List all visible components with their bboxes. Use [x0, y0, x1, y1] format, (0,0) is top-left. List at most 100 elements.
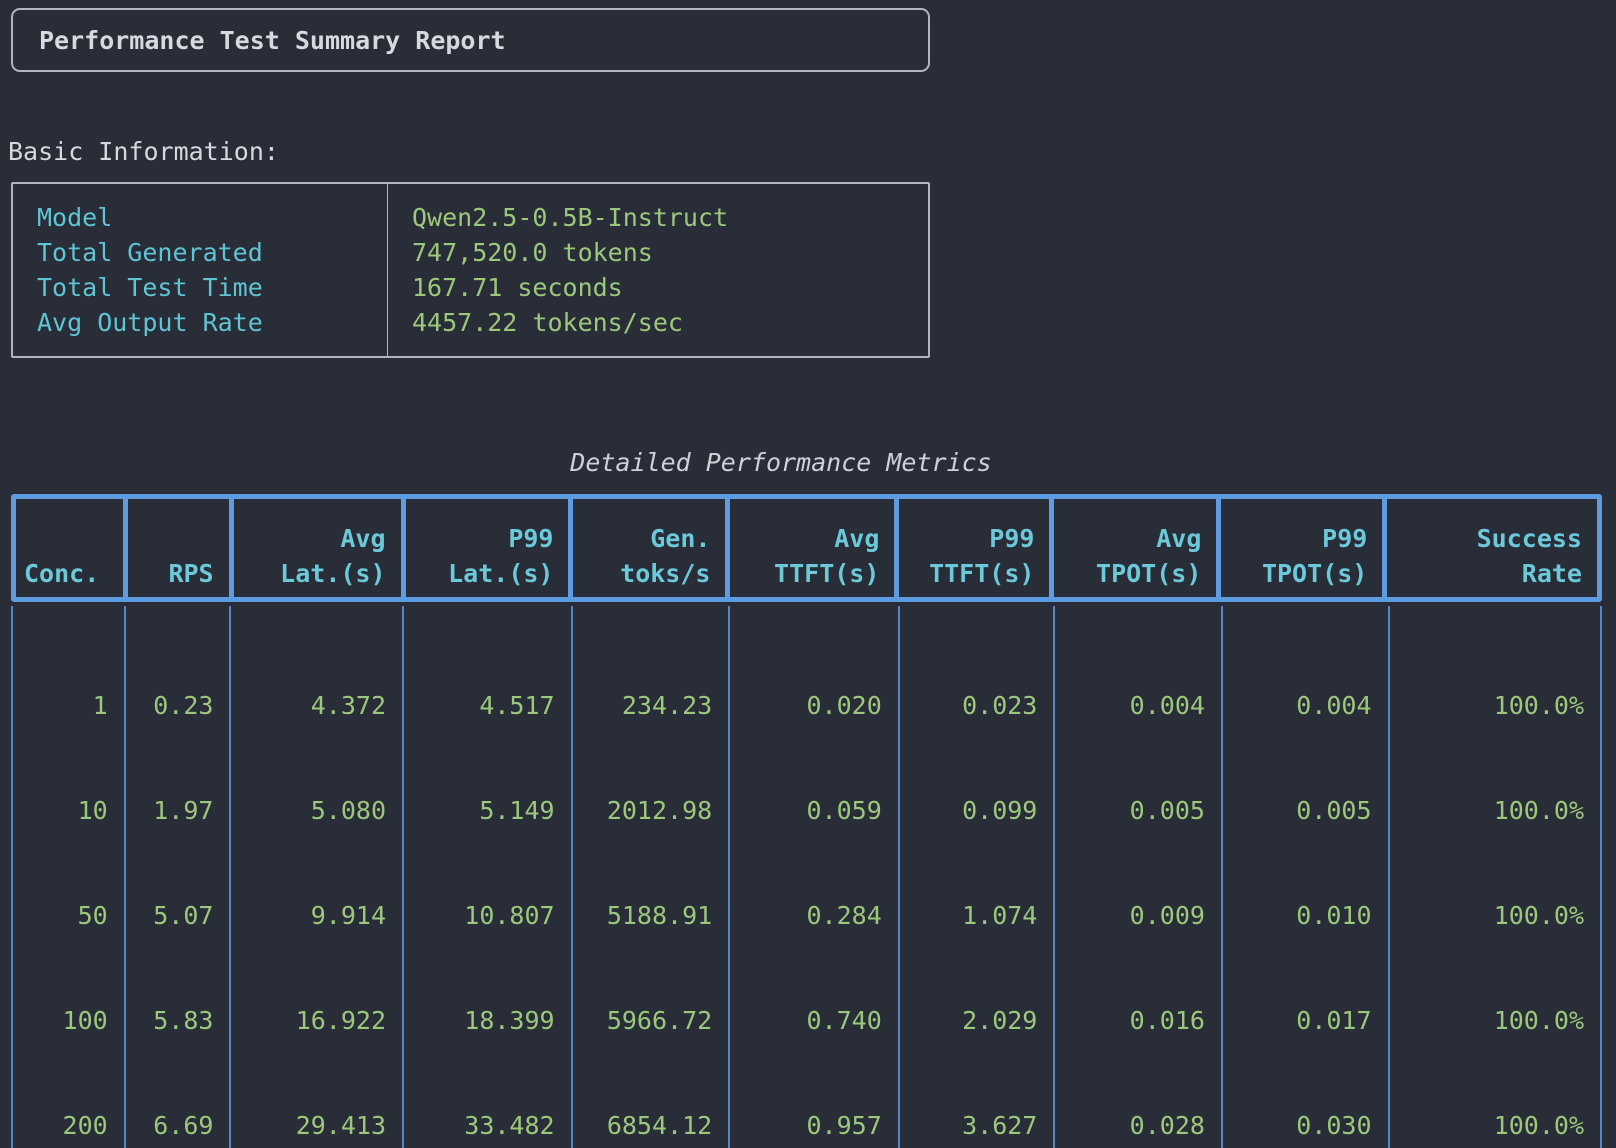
info-value: 4457.22 tokens/sec [388, 305, 928, 340]
metrics-header-row: Conc. RPS Avg Lat.(s) P99 Lat.(s) Gen. t… [11, 494, 1602, 602]
metrics-column-rps: 0.23 1.97 5.07 5.83 6.69 [126, 606, 232, 1148]
info-label: Avg Output Rate [13, 305, 387, 340]
metric-cell: 1.074 [900, 898, 1038, 933]
metric-cell: 234.23 [573, 688, 713, 723]
header-line1: Avg [340, 521, 385, 556]
metric-cell: 6.69 [126, 1108, 214, 1143]
metric-cell: 29.413 [231, 1108, 386, 1143]
basic-info-heading: Basic Information: [8, 134, 1616, 169]
metric-cell: 2012.98 [573, 793, 713, 828]
header-line2: Conc. [24, 556, 99, 591]
header-line1: P99 [989, 521, 1034, 556]
metric-cell: 4.517 [404, 688, 555, 723]
column-header-avg-ttft: Avg TTFT(s) [730, 499, 899, 597]
metrics-column-p99-lat: 4.517 5.149 10.807 18.399 33.482 [404, 606, 573, 1148]
metric-cell: 16.922 [231, 1003, 386, 1038]
metric-cell: 0.030 [1223, 1108, 1372, 1143]
info-label: Total Generated [13, 235, 387, 270]
metric-cell: 9.914 [231, 898, 386, 933]
metric-cell: 0.957 [730, 1108, 882, 1143]
metric-cell: 5.080 [231, 793, 386, 828]
metric-cell: 0.010 [1223, 898, 1372, 933]
header-line1: Success [1477, 521, 1582, 556]
metrics-column-avg-tpot: 0.004 0.005 0.009 0.016 0.028 [1055, 606, 1223, 1148]
header-line1: Avg [1156, 521, 1201, 556]
metric-cell: 0.004 [1055, 688, 1205, 723]
metric-cell: 33.482 [404, 1108, 555, 1143]
metric-cell: 5.07 [126, 898, 214, 933]
column-header-avg-lat: Avg Lat.(s) [234, 499, 406, 597]
header-line2: TTFT(s) [929, 556, 1034, 591]
metric-cell: 0.009 [1055, 898, 1205, 933]
metric-cell: 0.004 [1223, 688, 1372, 723]
metric-cell: 100.0% [1390, 688, 1584, 723]
column-header-p99-ttft: P99 TTFT(s) [899, 499, 1054, 597]
metric-cell: 2.029 [900, 1003, 1038, 1038]
basic-info-table: Model Total Generated Total Test Time Av… [11, 182, 930, 358]
metric-cell: 10.807 [404, 898, 555, 933]
info-value: 747,520.0 tokens [388, 235, 928, 270]
metric-cell: 100 [13, 1003, 108, 1038]
header-line2: TTFT(s) [774, 556, 879, 591]
info-value: Qwen2.5-0.5B-Instruct [388, 200, 928, 235]
metric-cell: 100.0% [1390, 1108, 1584, 1143]
metric-cell: 0.020 [730, 688, 882, 723]
basic-info-value-column: Qwen2.5-0.5B-Instruct 747,520.0 tokens 1… [387, 184, 928, 356]
metric-cell: 6854.12 [573, 1108, 713, 1143]
metric-cell: 200 [13, 1108, 108, 1143]
header-line2: RPS [168, 556, 213, 591]
header-line2: toks/s [620, 556, 710, 591]
metric-cell: 0.23 [126, 688, 214, 723]
metric-cell: 100.0% [1390, 793, 1584, 828]
metric-cell: 0.005 [1055, 793, 1205, 828]
metric-cell: 5188.91 [573, 898, 713, 933]
metrics-column-p99-tpot: 0.004 0.005 0.010 0.017 0.030 [1223, 606, 1390, 1148]
metric-cell: 0.059 [730, 793, 882, 828]
info-label: Total Test Time [13, 270, 387, 305]
metric-cell: 50 [13, 898, 108, 933]
column-header-rps: RPS [128, 499, 233, 597]
metric-cell: 5.149 [404, 793, 555, 828]
column-header-success-rate: Success Rate [1387, 499, 1597, 597]
header-line2: TPOT(s) [1096, 556, 1201, 591]
metric-cell: 1 [13, 688, 108, 723]
metric-cell: 0.740 [730, 1003, 882, 1038]
info-label: Model [13, 200, 387, 235]
metric-cell: 5966.72 [573, 1003, 713, 1038]
header-line1: P99 [1322, 521, 1367, 556]
column-header-gen-toks: Gen. toks/s [573, 499, 730, 597]
metric-cell: 0.023 [900, 688, 1038, 723]
metrics-body: 1 10 50 100 200 0.23 1.97 5.07 5.83 6.69… [11, 606, 1602, 1148]
metrics-column-p99-ttft: 0.023 0.099 1.074 2.029 3.627 [900, 606, 1056, 1148]
report-title: Performance Test Summary Report [39, 23, 506, 58]
basic-info-label-column: Model Total Generated Total Test Time Av… [13, 184, 387, 356]
metric-cell: 0.017 [1223, 1003, 1372, 1038]
metrics-table-title: Detailed Performance Metrics [11, 445, 1551, 480]
header-line1: Avg [834, 521, 879, 556]
metric-cell: 10 [13, 793, 108, 828]
header-line2: TPOT(s) [1262, 556, 1367, 591]
header-line2: Lat.(s) [280, 556, 385, 591]
metric-cell: 0.028 [1055, 1108, 1205, 1143]
metric-cell: 0.005 [1223, 793, 1372, 828]
column-header-avg-tpot: Avg TPOT(s) [1054, 499, 1221, 597]
report-title-box: Performance Test Summary Report [11, 8, 930, 72]
metric-cell: 0.099 [900, 793, 1038, 828]
metrics-column-success-rate: 100.0% 100.0% 100.0% 100.0% 100.0% [1390, 606, 1600, 1148]
header-line1: Gen. [650, 521, 710, 556]
header-line2: Lat.(s) [448, 556, 553, 591]
column-header-p99-lat: P99 Lat.(s) [406, 499, 574, 597]
metric-cell: 0.284 [730, 898, 882, 933]
metric-cell: 1.97 [126, 793, 214, 828]
metric-cell: 100.0% [1390, 1003, 1584, 1038]
column-header-conc: Conc. [16, 499, 128, 597]
metrics-column-avg-ttft: 0.020 0.059 0.284 0.740 0.957 [730, 606, 900, 1148]
metrics-column-gen-toks: 234.23 2012.98 5188.91 5966.72 6854.12 [573, 606, 731, 1148]
metric-cell: 0.016 [1055, 1003, 1205, 1038]
metric-cell: 3.627 [900, 1108, 1038, 1143]
metric-cell: 4.372 [231, 688, 386, 723]
metric-cell: 5.83 [126, 1003, 214, 1038]
header-line2: Rate [1522, 556, 1582, 591]
metrics-column-avg-lat: 4.372 5.080 9.914 16.922 29.413 [231, 606, 404, 1148]
header-line1: P99 [508, 521, 553, 556]
